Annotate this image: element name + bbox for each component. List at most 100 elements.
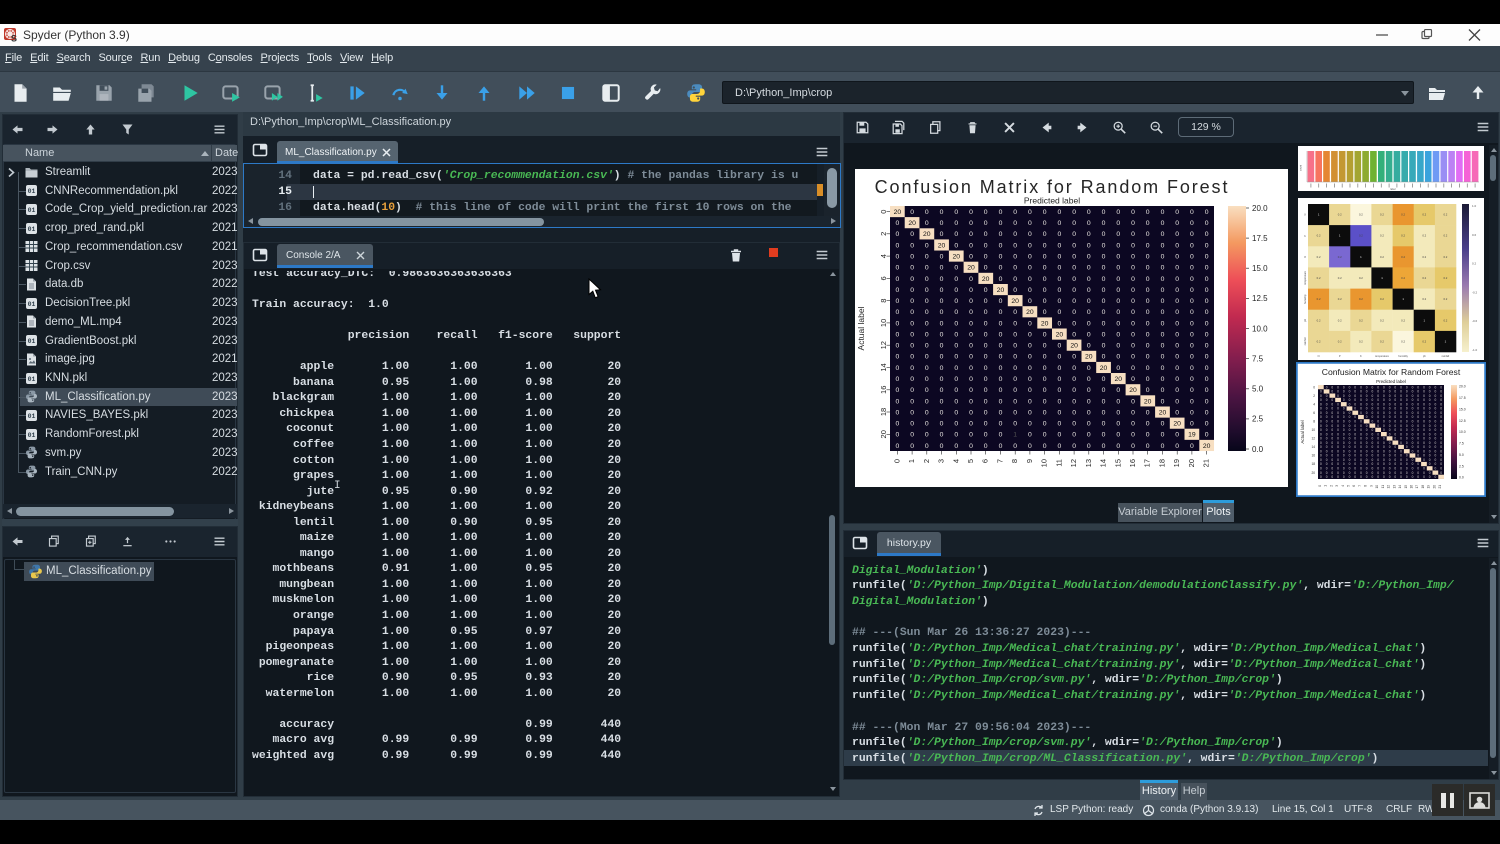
svg-text:12: 12	[1311, 437, 1315, 441]
svg-text:0.2: 0.2	[1401, 276, 1405, 280]
svg-text:humidity: humidity	[1303, 294, 1307, 304]
svg-text:5.0: 5.0	[1459, 453, 1464, 457]
svg-text:rainfall: rainfall	[1303, 337, 1307, 345]
svg-text:0.2: 0.2	[1317, 234, 1321, 238]
svg-text:17.5: 17.5	[1459, 396, 1466, 400]
svg-text:000000000000000000000: 000000000000000000000	[896, 443, 1195, 450]
svg-text:0.2: 0.2	[1422, 297, 1426, 301]
svg-text:0.2: 0.2	[1317, 276, 1321, 280]
svg-text:21: 21	[1438, 485, 1442, 489]
svg-text:20.0: 20.0	[1252, 204, 1268, 213]
svg-text:0.2: 0.2	[1359, 318, 1363, 322]
svg-text:20: 20	[1056, 332, 1064, 339]
svg-text:9: 9	[1369, 485, 1373, 487]
svg-text:3: 3	[936, 459, 945, 463]
svg-text:label: label	[1390, 188, 1396, 191]
svg-text:10: 10	[1311, 428, 1315, 432]
svg-text:16: 16	[1128, 459, 1137, 467]
svg-text:0.2: 0.2	[1359, 213, 1363, 217]
svg-text:20: 20	[1011, 298, 1019, 305]
svg-text:3: 3	[1335, 485, 1339, 487]
svg-text:20: 20	[1173, 421, 1181, 428]
svg-text:20: 20	[908, 220, 916, 227]
svg-text:16: 16	[1410, 485, 1414, 489]
svg-text:6: 6	[1352, 485, 1356, 487]
svg-text:18: 18	[1421, 485, 1425, 489]
svg-text:rainfall: rainfall	[1442, 354, 1450, 358]
svg-text:11: 11	[1381, 485, 1385, 489]
svg-text:01: 01	[28, 376, 36, 383]
svg-text:17.5: 17.5	[1252, 234, 1268, 243]
svg-text:5: 5	[1347, 485, 1351, 487]
svg-text:7.5: 7.5	[1459, 442, 1464, 446]
svg-text:17: 17	[1415, 485, 1419, 489]
svg-text:0.2: 0.2	[1338, 318, 1342, 322]
svg-text:20: 20	[982, 276, 990, 283]
svg-text:Predicted label: Predicted label	[1376, 379, 1406, 384]
svg-text:13: 13	[1392, 485, 1396, 489]
svg-text:14: 14	[1311, 445, 1315, 449]
svg-text:20: 20	[997, 287, 1005, 294]
svg-text:0.2: 0.2	[1359, 339, 1363, 343]
svg-text:1: 1	[907, 459, 916, 463]
svg-text:19: 19	[1172, 459, 1181, 467]
svg-text:0.2: 0.2	[1443, 318, 1447, 322]
svg-text:0.2: 0.2	[1380, 234, 1384, 238]
svg-text:20: 20	[1041, 320, 1049, 327]
svg-text:20: 20	[967, 265, 975, 272]
svg-text:4: 4	[1341, 485, 1345, 487]
svg-text:2: 2	[922, 459, 931, 463]
svg-text:K: K	[1303, 256, 1307, 258]
svg-text:01: 01	[28, 301, 36, 308]
svg-text:12: 12	[1069, 459, 1078, 467]
svg-text:0.0: 0.0	[1252, 445, 1264, 454]
svg-text:2: 2	[1329, 485, 1333, 487]
svg-text:12.5: 12.5	[1252, 294, 1268, 303]
svg-text:0.2: 0.2	[1317, 339, 1321, 343]
svg-text:18: 18	[1311, 462, 1315, 466]
svg-text:20: 20	[1159, 409, 1167, 416]
svg-text:2: 2	[1313, 394, 1315, 398]
svg-text:0.2: 0.2	[1338, 213, 1342, 217]
svg-text:Confusion Matrix for Random Fo: Confusion Matrix for Random Forest	[1322, 367, 1461, 377]
svg-text:count: count	[1300, 165, 1303, 171]
svg-text:temperature: temperature	[1375, 354, 1390, 358]
svg-text:K: K	[1360, 354, 1362, 358]
svg-text:0.2: 0.2	[1359, 276, 1363, 280]
svg-text:19: 19	[1188, 432, 1196, 439]
svg-text:14: 14	[1098, 459, 1107, 467]
svg-text:20: 20	[1100, 365, 1108, 372]
svg-text:01: 01	[28, 207, 36, 214]
svg-text:20: 20	[1085, 354, 1093, 361]
svg-text:0.2: 0.2	[1380, 318, 1384, 322]
svg-text:Actual label: Actual label	[1300, 420, 1305, 443]
svg-text:14: 14	[1398, 485, 1402, 489]
svg-text:20: 20	[923, 231, 931, 238]
svg-text:20: 20	[953, 254, 961, 261]
svg-text:18: 18	[1157, 459, 1166, 467]
svg-text:7.5: 7.5	[1252, 354, 1264, 363]
svg-text:8: 8	[1010, 459, 1019, 463]
svg-text:0.2: 0.2	[1317, 318, 1321, 322]
svg-text:0: 0	[892, 459, 901, 463]
svg-text:1: 1	[1013, 432, 1017, 439]
svg-text:P: P	[1339, 354, 1341, 358]
svg-text:12: 12	[1387, 485, 1391, 489]
svg-text:0.2: 0.2	[1380, 255, 1384, 259]
svg-text:0.6: 0.6	[1472, 233, 1477, 237]
svg-text:P: P	[1303, 235, 1307, 237]
svg-text:01: 01	[28, 338, 36, 345]
svg-text:0.2: 0.2	[1422, 234, 1426, 238]
svg-text:0.2: 0.2	[1443, 234, 1447, 238]
svg-text:20: 20	[1115, 376, 1123, 383]
svg-text:0.2: 0.2	[1401, 318, 1405, 322]
svg-text:20: 20	[1203, 443, 1211, 450]
svg-text:01: 01	[28, 413, 36, 420]
svg-text:5.0: 5.0	[1252, 385, 1264, 394]
svg-text:13: 13	[1084, 459, 1093, 467]
svg-text:0.2: 0.2	[1443, 276, 1447, 280]
svg-text:0.2: 0.2	[1317, 297, 1321, 301]
svg-text:20: 20	[1144, 398, 1152, 405]
svg-text:000000000000000000000: 000000000000000000000	[1320, 475, 1437, 479]
svg-text:-0.2: -0.2	[1472, 290, 1478, 294]
